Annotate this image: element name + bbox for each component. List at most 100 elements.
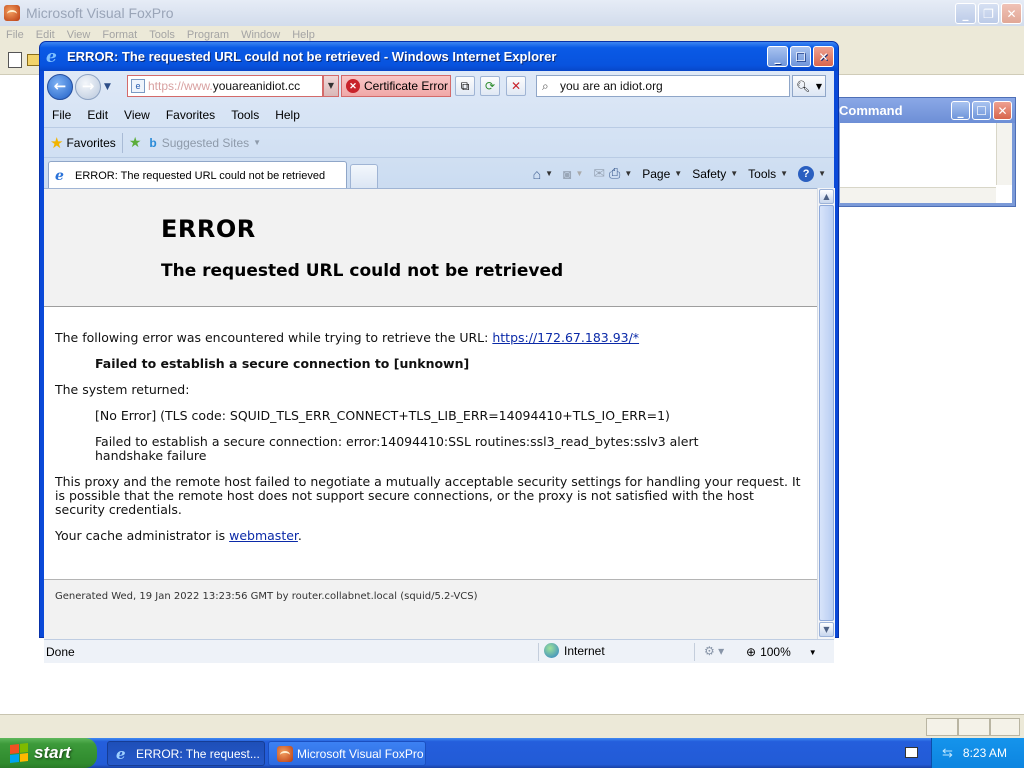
- search-button[interactable]: 🔍︎ ▼: [792, 75, 826, 97]
- task-ie-label: ERROR: The request...: [136, 746, 260, 761]
- compatibility-view-button[interactable]: ⧉: [455, 76, 475, 96]
- safety-dropdown-icon: ▼: [730, 169, 739, 178]
- ie-menu-tools[interactable]: Tools: [223, 108, 267, 122]
- scrollbar-thumb[interactable]: [819, 205, 834, 621]
- mail-icon[interactable]: ✉: [593, 165, 605, 182]
- vfp-title-bar: Microsoft Visual FoxPro _ ❐ ✕: [0, 0, 1024, 26]
- tab-error-page[interactable]: e ERROR: The requested URL could not be …: [48, 161, 347, 189]
- ie-logo-icon: e: [46, 46, 57, 67]
- certificate-error-button[interactable]: ✕ Certificate Error: [341, 75, 451, 97]
- search-options-dropdown[interactable]: ▼: [816, 82, 822, 91]
- foxpro-logo-icon: [4, 5, 20, 21]
- vfp-menu-edit[interactable]: Edit: [30, 29, 61, 41]
- intro-text: The following error was encountered whil…: [55, 330, 493, 345]
- network-icon[interactable]: ⇆: [942, 745, 953, 761]
- task-foxpro-window[interactable]: Microsoft Visual FoxPro: [268, 741, 426, 766]
- command-horizontal-scrollbar[interactable]: [840, 187, 996, 203]
- ie-menu-help[interactable]: Help: [267, 108, 308, 122]
- clock[interactable]: 8:23 AM: [963, 746, 1007, 760]
- vfp-menu-file[interactable]: File: [0, 29, 30, 41]
- status-text: Done: [46, 645, 75, 659]
- ie-close-button[interactable]: ✕: [813, 46, 834, 67]
- new-tab-button[interactable]: [350, 164, 378, 188]
- print-icon[interactable]: ⎙: [609, 165, 620, 182]
- help-dropdown[interactable]: ▼: [818, 169, 826, 178]
- task-foxpro-label: Microsoft Visual FoxPro: [297, 746, 424, 761]
- command-minimize-button[interactable]: _: [951, 101, 970, 120]
- search-input[interactable]: you are an idiot.org: [560, 79, 663, 93]
- minimize-button[interactable]: _: [955, 3, 976, 24]
- close-button[interactable]: ✕: [1001, 3, 1022, 24]
- vfp-menu-format[interactable]: Format: [96, 29, 143, 41]
- ie-menu-favorites[interactable]: Favorites: [158, 108, 223, 122]
- vfp-title: Microsoft Visual FoxPro: [26, 5, 174, 21]
- back-button[interactable]: ←: [47, 74, 73, 100]
- page-menu-button[interactable]: Page: [642, 167, 670, 181]
- start-label: start: [34, 743, 71, 762]
- zoom-dropdown[interactable]: ▼: [809, 648, 817, 657]
- page-vertical-scrollbar[interactable]: ▲ ▼: [817, 188, 835, 639]
- print-dropdown[interactable]: ▼: [624, 169, 632, 178]
- task-ie-icon: e: [116, 744, 126, 763]
- ie-status-bar: Done Internet ⚙ ▾ ⊕ 100% ▼: [44, 639, 834, 663]
- vfp-menu-help[interactable]: Help: [286, 29, 321, 41]
- suggested-sites-dropdown[interactable]: ▼: [253, 138, 261, 147]
- command-input-area[interactable]: [840, 123, 1012, 203]
- forward-button[interactable]: →: [75, 74, 101, 100]
- keyboard-icon[interactable]: [905, 747, 918, 758]
- vfp-menu-view[interactable]: View: [61, 29, 97, 41]
- vfp-menu-program[interactable]: Program: [181, 29, 235, 41]
- address-host: youareanidiot.cc: [212, 79, 301, 93]
- page-footer: Generated Wed, 19 Jan 2022 13:23:56 GMT …: [44, 579, 817, 639]
- command-bar: ⌂ ▼ ◙ ▼ ✉ ⎙ ▼ Page ▼ Safety ▼ Tools ▼ ? …: [533, 165, 826, 182]
- new-file-icon[interactable]: [8, 52, 22, 68]
- ie-minimize-button[interactable]: _: [767, 46, 788, 67]
- admin-paragraph: Your cache administrator is webmaster.: [55, 529, 807, 543]
- status-separator: [538, 643, 539, 661]
- refresh-button[interactable]: ⟳: [480, 76, 500, 96]
- command-vertical-scrollbar[interactable]: [996, 123, 1012, 185]
- command-maximize-button[interactable]: ☐: [972, 101, 991, 120]
- start-button[interactable]: start: [0, 738, 97, 768]
- ie-title-bar[interactable]: e ERROR: The requested URL could not be …: [40, 42, 838, 71]
- protected-mode-icon[interactable]: ⚙ ▾: [704, 644, 724, 658]
- vfp-menu-window[interactable]: Window: [235, 29, 286, 41]
- address-dropdown-button[interactable]: ▼: [323, 75, 339, 97]
- recent-pages-dropdown[interactable]: ▼: [104, 82, 111, 92]
- zoom-control[interactable]: ⊕ 100% ▼: [746, 645, 817, 659]
- ie-menu-view[interactable]: View: [116, 108, 158, 122]
- stop-button[interactable]: ✕: [506, 76, 526, 96]
- vfp-menu-tools[interactable]: Tools: [143, 29, 181, 41]
- task-ie-window[interactable]: e ERROR: The request...: [107, 741, 265, 766]
- ie-maximize-button[interactable]: ☐: [790, 46, 811, 67]
- address-bar[interactable]: e https://www. youareanidiot.cc: [127, 75, 323, 97]
- home-dropdown[interactable]: ▼: [545, 169, 553, 178]
- feeds-dropdown[interactable]: ▼: [575, 169, 583, 178]
- error-subheading: The requested URL could not be retrieved: [161, 261, 564, 281]
- error-heading: ERROR: [161, 215, 256, 243]
- url-link[interactable]: https://172.67.183.93/*: [492, 330, 639, 345]
- zoom-level: 100%: [760, 645, 791, 659]
- safety-menu-button[interactable]: Safety: [692, 167, 726, 181]
- favorites-button[interactable]: Favorites: [66, 136, 115, 150]
- add-to-favorites-icon[interactable]: ★: [129, 134, 142, 151]
- ie-menu-file[interactable]: File: [44, 108, 79, 122]
- home-icon[interactable]: ⌂: [533, 166, 541, 182]
- security-zone[interactable]: Internet: [544, 643, 605, 658]
- status-cell: [958, 718, 990, 736]
- taskbar: start e ERROR: The request... Microsoft …: [0, 738, 1024, 768]
- tools-menu-button[interactable]: Tools: [748, 167, 776, 181]
- search-box[interactable]: ⌕ you are an idiot.org: [536, 75, 790, 97]
- scroll-down-arrow-icon[interactable]: ▼: [819, 622, 834, 637]
- feeds-icon[interactable]: ◙: [563, 166, 571, 182]
- restore-button[interactable]: ❐: [978, 3, 999, 24]
- command-close-button[interactable]: ✕: [993, 101, 1012, 120]
- magnifier-icon: 🔍︎: [795, 79, 810, 93]
- webmaster-link[interactable]: webmaster: [229, 528, 298, 543]
- suggested-sites-button[interactable]: Suggested Sites: [162, 136, 249, 150]
- help-icon[interactable]: ?: [798, 165, 815, 182]
- favorites-separator: [121, 132, 123, 153]
- page-content: ERROR The requested URL could not be ret…: [44, 188, 817, 639]
- ie-menu-edit[interactable]: Edit: [79, 108, 116, 122]
- scroll-up-arrow-icon[interactable]: ▲: [819, 189, 834, 204]
